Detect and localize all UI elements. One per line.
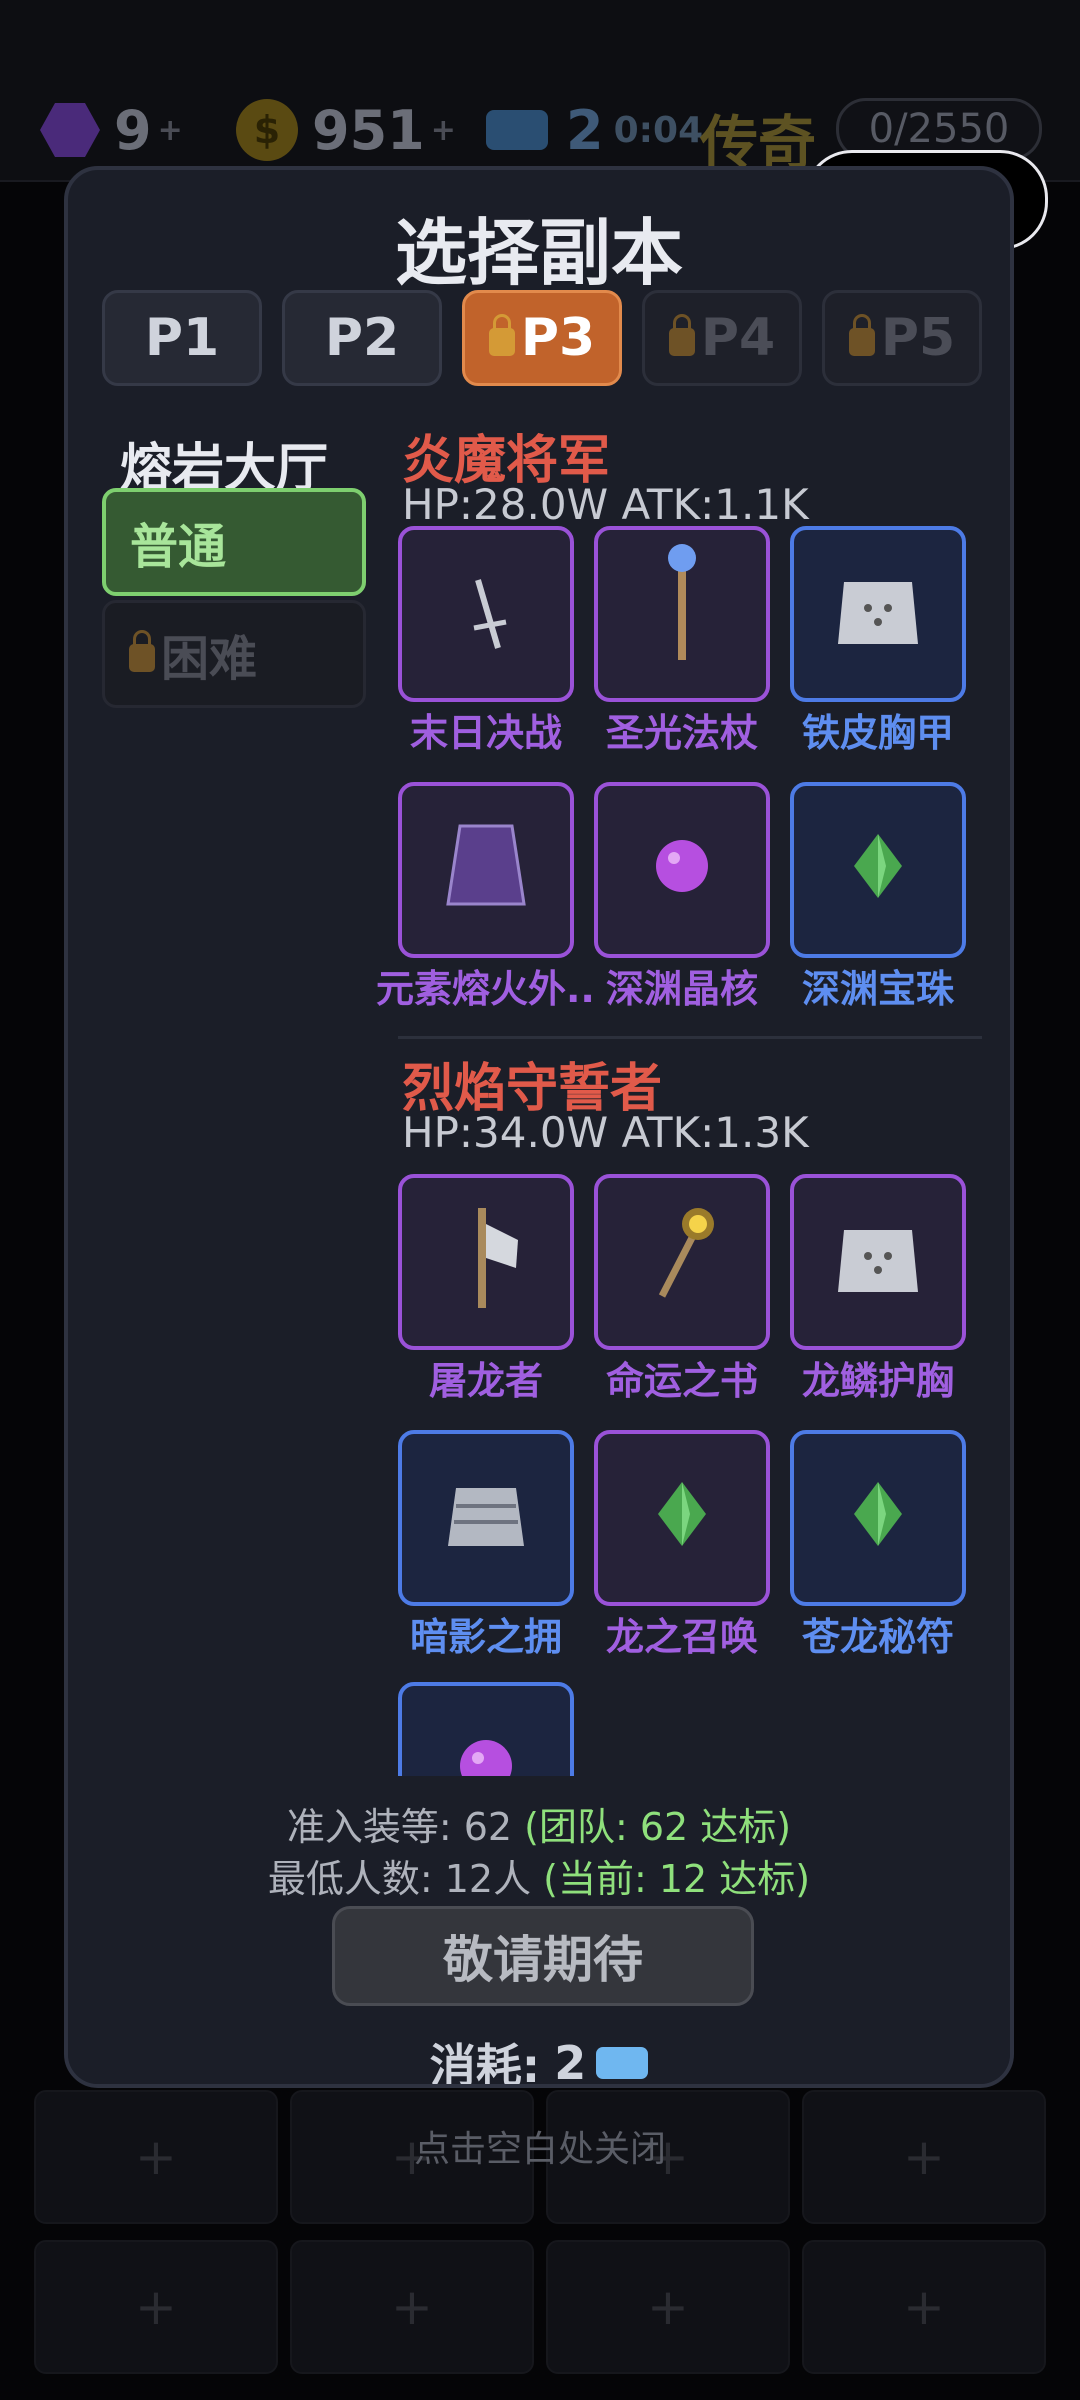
dungeon-select-dialog: 选择副本 P1 P2 P3 P4 P5 熔岩大厅 普通 困难 炎魔将军 HP:2… (64, 166, 1014, 2088)
loot-item-name: 末日决战 (409, 711, 562, 755)
loot-item-name: 元素熔火外... (376, 967, 596, 1011)
boss-stats: HP:34.0W ATK:1.3K (402, 1108, 809, 1157)
hexagon-gem-icon (40, 103, 100, 157)
sword-icon (473, 579, 507, 649)
loot-item[interactable] (398, 1174, 574, 1350)
loot-item-name: 圣光法杖 (605, 711, 758, 755)
gem-icon (854, 834, 902, 898)
loot-item-name: 龙之召唤 (605, 1615, 758, 1659)
boss-divider (398, 1036, 982, 1039)
loot-item-name: 暗影之拥 (409, 1615, 562, 1659)
loot-item-name: 苍龙秘符 (801, 1615, 954, 1659)
level-requirement: 准入装等: 62 (团队: 62 达标) (286, 1805, 792, 1849)
wand-icon (658, 1208, 714, 1298)
tab-p1[interactable]: P1 (102, 290, 262, 386)
orb-icon (656, 840, 708, 892)
loot-item[interactable] (790, 526, 966, 702)
coin-counter[interactable]: $ 951 + (236, 90, 456, 170)
loot-item[interactable] (398, 526, 574, 702)
tab-p5[interactable]: P5 (822, 290, 982, 386)
empty-slot: + (802, 2240, 1046, 2374)
loot-item-name: 铁皮胸甲 (801, 711, 954, 755)
gem-icon (658, 1482, 706, 1546)
loot-item[interactable] (594, 526, 770, 702)
cost-row: 消耗: 2 (68, 2030, 1010, 2084)
loot-item[interactable] (594, 1174, 770, 1350)
difficulty-normal-button[interactable]: 普通 (102, 488, 366, 596)
tab-p4[interactable]: P4 (642, 290, 802, 386)
loot-item[interactable] (790, 1430, 966, 1606)
ticket-counter[interactable]: 2 0:04 (486, 90, 703, 170)
chest-armor-icon (838, 1230, 918, 1292)
loot-item-name: 深渊晶核 (605, 967, 758, 1011)
people-requirement: 最低人数: 12人 (当前: 12 达标) (267, 1857, 811, 1901)
tab-p2[interactable]: P2 (282, 290, 442, 386)
ticket-icon (486, 110, 548, 150)
gem-icon (854, 1482, 902, 1546)
coin-icon: $ (236, 99, 298, 161)
axe-icon (478, 1208, 518, 1308)
ticket-icon (596, 2047, 649, 2079)
tab-p3[interactable]: P3 (462, 290, 622, 386)
coming-soon-button[interactable]: 敬请期待 (332, 1906, 754, 2006)
lock-icon (488, 314, 515, 356)
orb-icon (460, 1740, 512, 1790)
difficulty-hard-button[interactable]: 困难 (102, 600, 366, 708)
close-hint[interactable]: 点击空白处关闭 (0, 2120, 1080, 2172)
lock-icon (848, 314, 875, 356)
loot-item-clip (398, 1682, 574, 1790)
loot-item-name: 龙鳞护胸 (801, 1359, 954, 1403)
loot-item[interactable] (790, 1174, 966, 1350)
loot-item[interactable] (398, 782, 574, 958)
gem-counter[interactable]: 9 + (40, 90, 183, 170)
boss-stats: HP:28.0W ATK:1.1K (402, 480, 809, 529)
staff-icon (668, 544, 696, 660)
lock-icon (668, 314, 695, 356)
loot-item[interactable] (398, 1430, 574, 1606)
loot-item[interactable] (594, 782, 770, 958)
lock-icon (129, 630, 155, 672)
loot-item-name: 命运之书 (605, 1359, 758, 1403)
empty-slot: + (290, 2240, 534, 2374)
leg-armor-icon (448, 1488, 524, 1546)
empty-slot: + (546, 2240, 790, 2374)
dialog-title: 选择副本 (394, 211, 683, 295)
loot-item[interactable] (594, 1430, 770, 1606)
loot-item[interactable] (790, 782, 966, 958)
loot-item-name: 深渊宝珠 (801, 967, 954, 1011)
loot-item[interactable] (398, 1682, 574, 1790)
cloak-icon (446, 824, 526, 906)
loot-item-name: 屠龙者 (428, 1359, 543, 1403)
empty-slot: + (34, 2240, 278, 2374)
chest-armor-icon (838, 582, 918, 644)
